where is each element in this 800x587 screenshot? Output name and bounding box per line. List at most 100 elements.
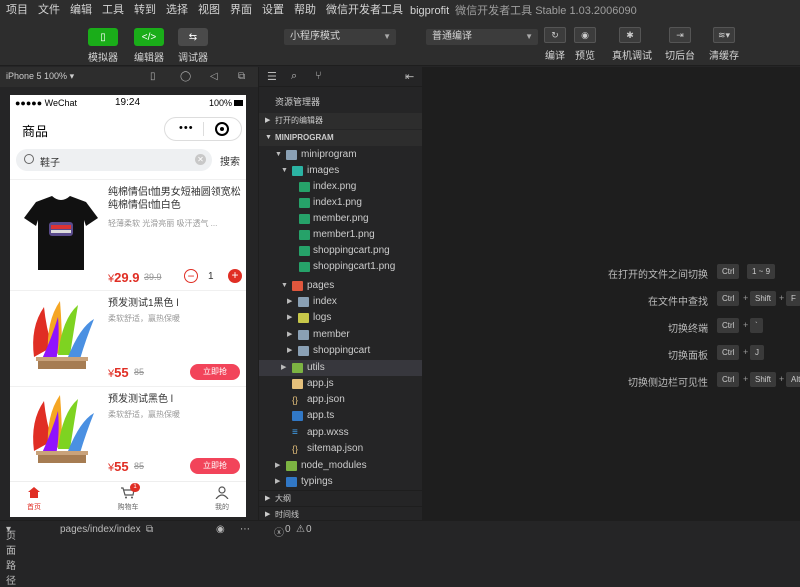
folder-icon xyxy=(298,330,309,340)
copy-icon[interactable]: ⧉ xyxy=(146,524,153,535)
shortcut-hint: 在文件中查找 Ctrl + Shift + F xyxy=(422,291,800,308)
key: Ctrl xyxy=(717,264,740,279)
outline-section[interactable]: ▶ 大纲 xyxy=(259,490,423,506)
device-select[interactable]: iPhone 5 100% ▾ xyxy=(6,71,74,82)
tree-item-folder[interactable]: ▶ member xyxy=(259,327,423,343)
buy-now-button[interactable]: 立即抢 xyxy=(190,458,240,474)
tree-item-folder[interactable]: ▶ logs xyxy=(259,310,423,326)
menu-view[interactable]: 视图 xyxy=(198,1,220,17)
tree-item-folder[interactable]: ▶ shoppingcart xyxy=(259,343,423,359)
image-file-icon xyxy=(299,262,310,272)
volume-icon[interactable]: ◁ xyxy=(210,71,218,82)
menu-wechat-devtools[interactable]: 微信开发者工具 xyxy=(326,1,403,17)
preview-button[interactable]: ◉ 预览 xyxy=(567,27,603,62)
tree-item-file[interactable]: app.js xyxy=(259,376,423,392)
tab-home[interactable]: 首页 xyxy=(14,486,54,512)
page-path-select[interactable]: 页面路径 ▾ xyxy=(6,524,16,587)
tree-item-node-modules[interactable]: ▶ node_modules xyxy=(259,458,423,474)
tree-item-file[interactable]: ≡ app.wxss xyxy=(259,425,423,441)
debugger-button[interactable]: ⇆ 调试器 xyxy=(176,28,210,64)
source-control-icon[interactable]: ⑂ xyxy=(315,70,322,82)
search-icon[interactable]: ⌕ xyxy=(291,70,297,83)
phone-icon[interactable]: ▯ xyxy=(150,71,156,82)
menu-settings[interactable]: 设置 xyxy=(262,1,284,17)
key-plus: + xyxy=(743,320,749,330)
menu-interface[interactable]: 界面 xyxy=(230,1,252,17)
ts-file-icon xyxy=(292,411,303,421)
record-icon[interactable]: ◯ xyxy=(180,71,191,82)
product-item[interactable]: 预发测试1黑色 l 柔软舒适，赢热保暖 ¥55 85 立即抢 xyxy=(10,290,246,386)
chevron-right-icon: ▶ xyxy=(265,117,271,124)
tree-item-file[interactable]: member.png xyxy=(259,211,423,227)
tree-label: index.png xyxy=(313,181,357,192)
tree-item-file[interactable]: shoppingcart1.png xyxy=(259,259,423,275)
tree-item-utils[interactable]: ▶ utils xyxy=(259,360,423,376)
mode-select[interactable]: 小程序模式 ▼ xyxy=(284,29,396,45)
tshirt-image xyxy=(24,196,98,270)
menu-select[interactable]: 选择 xyxy=(166,1,188,17)
tree-item-typings[interactable]: ▶ typings xyxy=(259,474,423,490)
folder-logs-icon xyxy=(298,313,309,323)
tree-item-images[interactable]: ▼ images xyxy=(259,163,423,179)
product-item[interactable]: 纯棉情侣t恤男女短袖圆领宽松纯棉情侣t恤白色 轻薄柔软 光滑亮丽 吸汗透气 ..… xyxy=(10,179,246,290)
menu-help[interactable]: 帮助 xyxy=(294,1,316,17)
key: Ctrl xyxy=(717,345,740,360)
clear-cache-button[interactable]: ≋▾ 清缓存 xyxy=(706,27,742,62)
product-item[interactable]: 预发测试黑色 l 柔软舒适，赢热保暖 ¥55 85 立即抢 xyxy=(10,386,246,481)
tree-item-folder[interactable]: ▶ index xyxy=(259,294,423,310)
tree-item-file[interactable]: index.png xyxy=(259,179,423,195)
tree-item-file[interactable]: {} app.json xyxy=(259,392,423,408)
open-editors-section[interactable]: ▶ 打开的编辑器 xyxy=(259,113,423,129)
image-file-icon xyxy=(299,246,310,256)
price-value: 29.9 xyxy=(114,270,140,285)
compile-select[interactable]: 普通编译 ▼ xyxy=(426,29,538,45)
collapse-panel-icon[interactable]: ⇤ xyxy=(405,70,414,83)
menu-edit[interactable]: 编辑 xyxy=(70,1,92,17)
search-button[interactable]: 搜索 xyxy=(220,153,240,168)
close-mini-program-icon[interactable] xyxy=(215,122,229,136)
clear-icon[interactable]: ✕ xyxy=(195,154,206,165)
capsule-menu: ••• xyxy=(164,117,242,141)
battery-text: 100% xyxy=(208,98,232,108)
background-button[interactable]: ⇥ 切后台 xyxy=(662,27,698,62)
product-name: 纯棉情侣t恤男女短袖圆领宽松纯棉情侣t恤白色 xyxy=(108,187,241,211)
buy-now-button[interactable]: 立即抢 xyxy=(190,364,240,380)
decrease-button[interactable]: − xyxy=(184,269,198,283)
simulator-button[interactable]: ▯ 模拟器 xyxy=(86,28,120,64)
warning-count: 0 xyxy=(306,524,312,535)
more-icon[interactable]: ••• xyxy=(179,122,194,134)
tree-item-pages[interactable]: ▼ pages xyxy=(259,278,423,294)
editor-button[interactable]: </> 编辑器 xyxy=(132,28,166,64)
menu-file[interactable]: 文件 xyxy=(38,1,60,17)
chevron-right-icon: ▶ xyxy=(287,314,293,321)
shortcut-label: 切换侧边栏可见性 xyxy=(628,378,708,389)
menu-project[interactable]: 项目 xyxy=(6,1,28,17)
more-icon[interactable]: ⋯ xyxy=(240,524,250,535)
search-icon xyxy=(24,154,34,164)
popout-icon[interactable]: ⧉ xyxy=(238,71,245,82)
eye-icon[interactable]: ◉ xyxy=(216,524,225,535)
error-icon[interactable]: ⓧ xyxy=(274,524,284,539)
cart-icon: 1 xyxy=(108,483,148,500)
menu-tools[interactable]: 工具 xyxy=(102,1,124,17)
search-input[interactable]: 鞋子 ✕ xyxy=(16,149,212,171)
real-debug-button[interactable]: ✱ 真机调试 xyxy=(612,27,652,62)
tree-item-miniprogram[interactable]: ▼ miniprogram xyxy=(259,147,423,163)
tree-item-file[interactable]: {} sitemap.json xyxy=(259,441,423,457)
clear-cache-label: 清缓存 xyxy=(709,51,739,62)
warning-icon[interactable]: ⚠ xyxy=(296,524,305,535)
tree-item-file[interactable]: index1.png xyxy=(259,195,423,211)
tree-label: images xyxy=(307,165,340,176)
files-icon[interactable]: ☰ xyxy=(267,70,277,83)
tree-item-file[interactable]: member1.png xyxy=(259,227,423,243)
increase-button[interactable]: + xyxy=(228,269,242,283)
tree-item-file[interactable]: app.ts xyxy=(259,408,423,424)
tab-cart[interactable]: 1 购物车 xyxy=(108,483,148,512)
tree-item-file[interactable]: shoppingcart.png xyxy=(259,243,423,259)
editor-label: 编辑器 xyxy=(134,53,164,64)
status-bar-bottom: 页面路径 ▾ pages/index/index ⧉ ◉ ⋯ ⓧ 0 ⚠ 0 xyxy=(0,520,800,587)
product-name: 预发测试黑色 l xyxy=(108,394,173,405)
menu-goto[interactable]: 转到 xyxy=(134,1,156,17)
root-folder[interactable]: ▼ MINIPROGRAM xyxy=(259,130,423,146)
tab-mine[interactable]: 我的 xyxy=(202,486,242,512)
